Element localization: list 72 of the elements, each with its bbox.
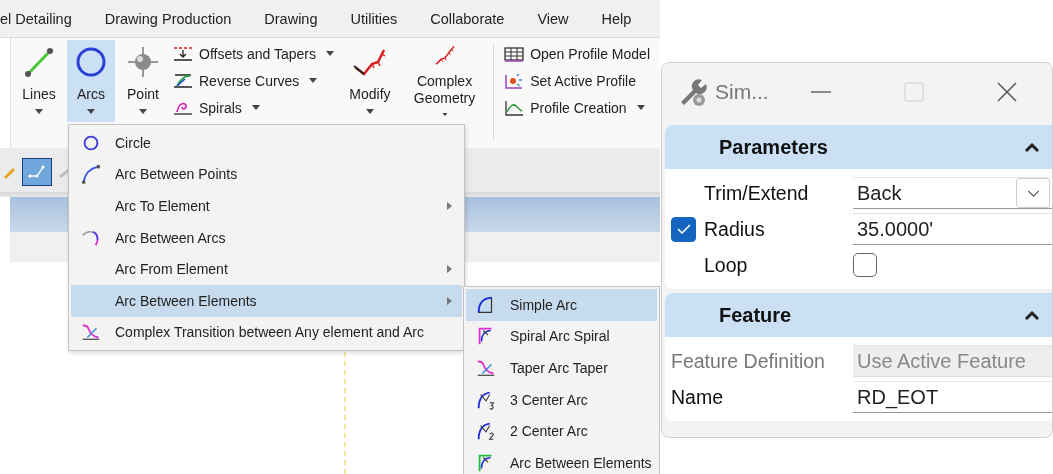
point-icon <box>125 44 161 80</box>
offset-icon <box>173 45 193 62</box>
menu-item[interactable]: 2 Center Arc <box>466 415 657 447</box>
menu-item[interactable]: Spiral Arc Spiral <box>466 320 657 353</box>
menu-item[interactable]: Arc To Element <box>71 190 462 222</box>
ribbon-button[interactable]: Point <box>119 40 167 122</box>
submenu-arrow-icon <box>447 296 452 305</box>
caret-icon <box>440 112 449 116</box>
field-label: Trim/Extend <box>704 181 809 205</box>
caret-icon <box>309 78 318 83</box>
profile-target-icon <box>504 72 525 89</box>
section-header[interactable]: Feature <box>665 293 1052 337</box>
tool-button[interactable] <box>22 158 52 186</box>
polyline-icon <box>27 164 47 180</box>
field-label: Name <box>671 385 724 409</box>
check-icon <box>676 224 691 234</box>
menu-item[interactable]: Drawing Production <box>104 10 232 27</box>
submenu-arrow-icon <box>447 202 452 210</box>
close-icon <box>997 82 1017 102</box>
field-label: Loop <box>704 253 748 277</box>
grid-icon <box>504 45 525 62</box>
caret-icon <box>87 109 95 114</box>
arc-icon <box>475 420 497 443</box>
menu-item[interactable]: Collaborate <box>430 10 505 27</box>
ribbon-button[interactable]: Reverse Curves <box>171 67 336 94</box>
caret-icon <box>365 109 374 114</box>
caret-icon <box>35 109 43 114</box>
menu-item[interactable]: 3 Center Arc <box>466 383 657 416</box>
menu-item[interactable]: Arc Between Elements <box>466 446 657 474</box>
menu-item[interactable]: Taper Arc Taper <box>466 352 657 384</box>
checkbox[interactable] <box>853 253 877 277</box>
menu-item[interactable]: Drawing <box>264 10 318 27</box>
menu-item[interactable]: Circle <box>71 127 462 159</box>
chevron-icon <box>1024 142 1040 152</box>
caret-icon <box>139 109 147 114</box>
submenu-arrow-icon <box>447 265 452 274</box>
input-field[interactable]: RD_EOT <box>853 381 1052 413</box>
ribbon-button[interactable]: Arcs <box>67 40 115 122</box>
window-title: Sim... <box>715 80 770 104</box>
ribbon-button[interactable]: Offsets and Tapers <box>171 40 336 67</box>
field-label: Radius <box>704 217 765 241</box>
menu-item[interactable]: Simple Arc <box>466 289 657 321</box>
menu-item[interactable]: Complex Transition between Any element and Arc <box>71 316 462 349</box>
caret-icon <box>251 105 260 110</box>
profile-curve-icon <box>504 99 525 116</box>
reverse-curve-icon <box>173 72 193 89</box>
arc-icon <box>80 163 102 186</box>
menu-item[interactable]: Arc Between Points <box>71 158 462 191</box>
ribbon-button[interactable]: Spirals <box>171 94 336 121</box>
ribbon-button[interactable]: Set Active Profile <box>502 67 652 94</box>
chevron-down-icon <box>1026 189 1040 197</box>
ribbon-button[interactable]: Lines <box>15 40 63 122</box>
chevron-icon <box>1024 310 1040 320</box>
menu-item[interactable]: Help <box>601 10 632 27</box>
menu-item[interactable]: Utilities <box>350 10 398 27</box>
dropdown-field[interactable]: Back <box>853 177 1052 209</box>
ribbon-button[interactable]: Profile Creation <box>502 94 652 121</box>
caret-icon <box>636 105 645 110</box>
section-header[interactable]: Parameters <box>665 125 1052 169</box>
input-field[interactable]: 35.0000' <box>853 213 1052 245</box>
menu-item[interactable]: el Detailing <box>0 10 72 27</box>
ribbon-button[interactable]: Complex Geometry <box>399 40 490 122</box>
ribbon-button[interactable]: Open Profile Model <box>502 40 652 67</box>
ribbon-button[interactable]: Modify <box>344 40 396 122</box>
field-label: Feature Definition <box>671 349 825 373</box>
menu-item[interactable]: Arc Between Elements <box>71 284 462 317</box>
lock-checkbox[interactable] <box>671 216 696 242</box>
caret-icon <box>326 51 334 56</box>
menu-item[interactable]: Arc From Element <box>71 253 462 285</box>
menu-item[interactable]: View <box>537 10 569 27</box>
menu-item[interactable]: Arc Between Arcs <box>71 221 462 254</box>
minimize-icon <box>811 90 831 94</box>
